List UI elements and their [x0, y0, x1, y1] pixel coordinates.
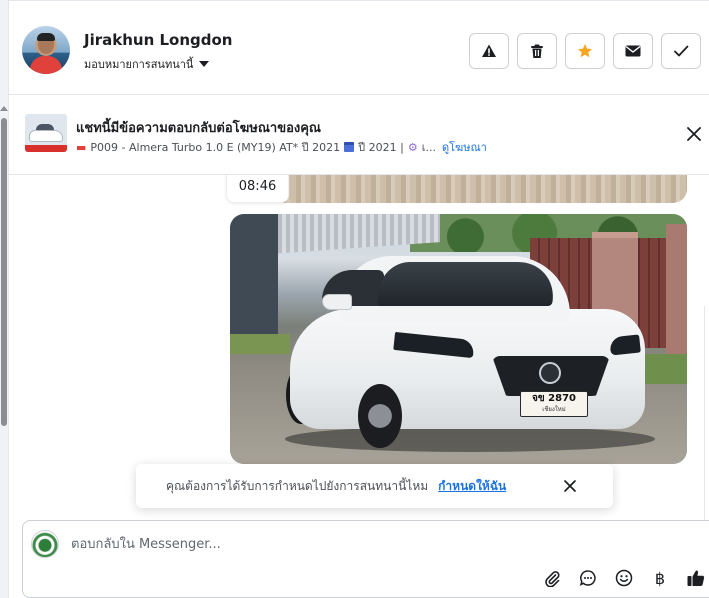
mark-unread-button[interactable]	[613, 33, 653, 69]
assign-conversation-dropdown[interactable]: มอบหมายการสนทนานี้	[84, 55, 210, 73]
send-like-button[interactable]	[686, 568, 706, 588]
ad-thumbnail[interactable]	[25, 114, 67, 152]
view-ad-link[interactable]: ดูโฆษณา	[442, 138, 487, 156]
close-icon[interactable]	[685, 125, 703, 143]
calendar-icon	[344, 142, 355, 152]
ad-reply-banner: แชทนี้มีข้อความตอบกลับต่อโฆษณาของคุณ ▬ P…	[9, 96, 709, 175]
ad-ellipsis-text: เ...	[421, 141, 436, 154]
payment-baht-icon: ฿	[654, 568, 666, 588]
delete-button[interactable]	[517, 33, 557, 69]
caret-down-icon	[199, 61, 210, 67]
saved-replies-icon	[579, 570, 596, 586]
contact-avatar[interactable]	[22, 26, 70, 74]
car-icon: ▬	[76, 140, 87, 154]
star-icon	[578, 44, 592, 58]
emoji-button[interactable]	[614, 568, 634, 588]
assign-prompt-toast: คุณต้องการได้รับการกำหนดไปยังการสนทนานี้…	[136, 464, 613, 508]
assign-to-me-link[interactable]: กำหนดให้ฉัน	[438, 477, 506, 496]
attachment-icon	[545, 571, 560, 587]
reply-composer: ฿	[22, 520, 709, 598]
contact-name[interactable]: Jirakhun Longdon	[84, 31, 232, 49]
header-actions	[469, 33, 701, 69]
warning-icon	[482, 44, 496, 57]
scrollbar-thumb[interactable]	[1, 118, 7, 426]
assign-conversation-label: มอบหมายการสนทนานี้	[84, 58, 194, 71]
emoji-icon	[615, 569, 633, 587]
page-avatar	[31, 530, 59, 558]
composer-toolbar: ฿	[542, 568, 706, 588]
assign-prompt-text: คุณต้องการได้รับการกำหนดไปยังการสนทนานี้…	[166, 478, 429, 493]
close-icon[interactable]	[563, 479, 577, 493]
report-spam-button[interactable]	[469, 33, 509, 69]
envelope-icon	[625, 45, 641, 57]
plate-number: จข 2870	[531, 393, 576, 404]
reply-input[interactable]	[71, 533, 631, 555]
left-scroll-strip	[0, 0, 9, 598]
saved-replies-button[interactable]	[578, 568, 598, 588]
ad-year-text: ปี 2021 |	[358, 141, 404, 154]
trash-icon	[531, 44, 543, 58]
license-plate: จข 2870 เชียงใหม่	[520, 391, 588, 417]
conversation-header: Jirakhun Longdon มอบหมายการสนทนานี้	[9, 0, 709, 95]
side-panel-edge	[704, 306, 709, 520]
ad-banner-subtitle: ▬ P009 - Almera Turbo 1.0 E (MY19) AT* ป…	[76, 138, 487, 156]
ad-model-text: P009 - Almera Turbo 1.0 E (MY19) AT* ปี …	[90, 141, 341, 154]
ad-banner-title: แชทนี้มีข้อความตอบกลับต่อโฆษณาของคุณ	[76, 121, 321, 136]
gear-icon: ⚙	[407, 140, 418, 154]
plate-province: เชียงใหม่	[542, 406, 566, 413]
mark-done-button[interactable]	[661, 33, 701, 69]
thumbs-up-icon	[687, 570, 705, 586]
previous-image-message[interactable]	[230, 175, 687, 203]
checkmark-icon	[674, 45, 689, 57]
payment-button[interactable]: ฿	[650, 568, 670, 588]
scroll-up-arrow-icon[interactable]	[0, 106, 8, 111]
message-timestamp: 08:46	[226, 175, 289, 203]
car-image-message[interactable]: จข 2870 เชียงใหม่	[230, 214, 687, 464]
star-button[interactable]	[565, 33, 605, 69]
attach-button[interactable]	[542, 568, 562, 588]
